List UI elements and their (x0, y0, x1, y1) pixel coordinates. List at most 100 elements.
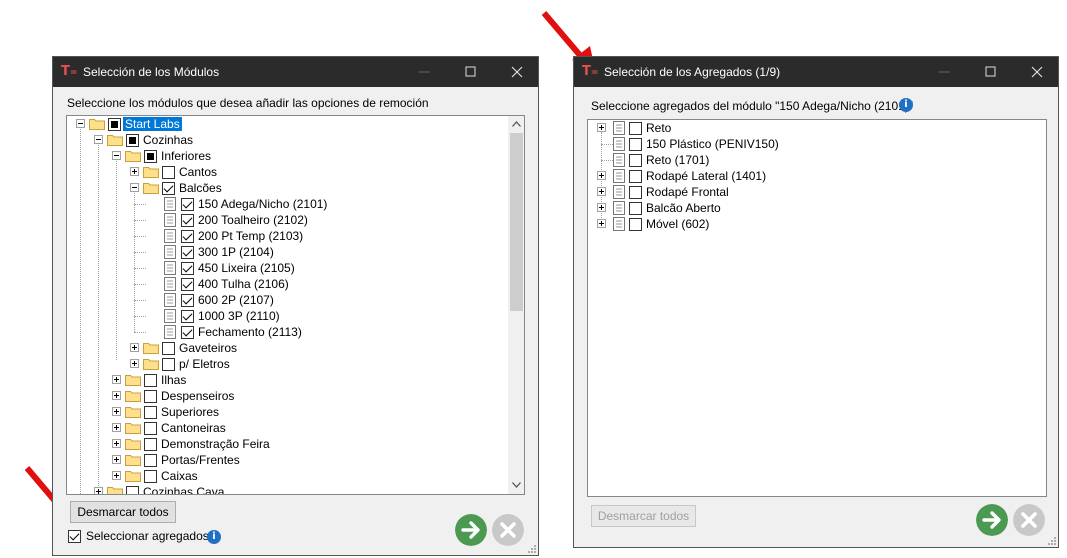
collapse-icon[interactable] (76, 119, 85, 128)
tree-node[interactable]: Rodapé Lateral (1401) (588, 168, 1028, 184)
expand-icon[interactable] (112, 407, 121, 416)
expand-icon[interactable] (94, 487, 103, 494)
ok-button[interactable] (455, 514, 487, 546)
node-checkbox[interactable] (181, 326, 194, 339)
node-checkbox[interactable] (162, 342, 175, 355)
expand-icon[interactable] (112, 423, 121, 432)
tree-node[interactable]: Start Labs (67, 116, 507, 132)
tree-node[interactable]: Superiores (67, 404, 507, 420)
cancel-button[interactable] (492, 514, 524, 546)
node-checkbox[interactable] (629, 170, 642, 183)
tree-node[interactable]: Rodapé Frontal (588, 184, 1028, 200)
tree-node[interactable]: Cantos (67, 164, 507, 180)
title-bar[interactable]: T= Selección de los Módulos (53, 57, 538, 87)
tree-node[interactable]: Inferiores (67, 148, 507, 164)
tree-node[interactable]: Reto (588, 120, 1028, 136)
node-checkbox[interactable] (144, 454, 157, 467)
expand-icon[interactable] (112, 455, 121, 464)
node-checkbox[interactable] (629, 138, 642, 151)
aggregates-tree[interactable]: Reto 150 Plástico (PENIV150) Reto (1701)… (587, 119, 1047, 497)
node-checkbox[interactable] (181, 310, 194, 323)
node-checkbox[interactable] (144, 406, 157, 419)
tree-node[interactable]: 200 Toalheiro (2102) (67, 212, 507, 228)
maximize-button[interactable] (968, 57, 1014, 87)
tree-node[interactable]: Reto (1701) (588, 152, 1028, 168)
tree-node[interactable]: p/ Eletros (67, 356, 507, 372)
tree-node[interactable]: 200 Pt Temp (2103) (67, 228, 507, 244)
node-checkbox[interactable] (144, 438, 157, 451)
tree-scrollbar[interactable] (508, 116, 524, 494)
tree-node[interactable]: Demonstração Feira (67, 436, 507, 452)
scrollbar-thumb[interactable] (510, 133, 523, 311)
close-button[interactable] (1014, 57, 1060, 87)
minimize-button[interactable] (402, 57, 448, 87)
node-checkbox[interactable] (181, 262, 194, 275)
node-checkbox[interactable] (181, 246, 194, 259)
node-checkbox[interactable] (181, 278, 194, 291)
resize-grip-icon[interactable] (1047, 536, 1057, 546)
expand-icon[interactable] (597, 203, 606, 212)
node-checkbox[interactable] (144, 422, 157, 435)
tree-node[interactable]: 1000 3P (2110) (67, 308, 507, 324)
tree-node[interactable]: Balcão Aberto (588, 200, 1028, 216)
tree-node[interactable]: Móvel (602) (588, 216, 1028, 232)
node-checkbox[interactable] (181, 230, 194, 243)
modules-tree[interactable]: Start Labs Cozinhas Inferiores Cantos Ba… (66, 115, 525, 495)
node-checkbox[interactable] (181, 214, 194, 227)
tree-node[interactable]: 400 Tulha (2106) (67, 276, 507, 292)
node-checkbox[interactable] (629, 122, 642, 135)
node-checkbox[interactable] (162, 166, 175, 179)
tree-node[interactable]: Cantoneiras (67, 420, 507, 436)
tree-node[interactable]: Cozinhas Cava (67, 484, 507, 494)
deselect-all-button[interactable]: Desmarcar todos (591, 505, 696, 527)
tree-node[interactable]: Fechamento (2113) (67, 324, 507, 340)
tree-node[interactable]: Cozinhas (67, 132, 507, 148)
info-icon[interactable]: i (899, 98, 913, 112)
cancel-button[interactable] (1013, 504, 1045, 536)
minimize-button[interactable] (922, 57, 968, 87)
node-checkbox[interactable] (108, 118, 121, 131)
node-checkbox[interactable] (144, 150, 157, 163)
collapse-icon[interactable] (94, 135, 103, 144)
expand-icon[interactable] (597, 123, 606, 132)
tree-node[interactable]: Ilhas (67, 372, 507, 388)
tree-node[interactable]: 300 1P (2104) (67, 244, 507, 260)
expand-icon[interactable] (130, 343, 139, 352)
expand-icon[interactable] (112, 375, 121, 384)
node-checkbox[interactable] (162, 182, 175, 195)
close-button[interactable] (494, 57, 540, 87)
info-icon[interactable]: i (207, 530, 221, 544)
expand-icon[interactable] (130, 167, 139, 176)
maximize-button[interactable] (448, 57, 494, 87)
expand-icon[interactable] (597, 187, 606, 196)
node-checkbox[interactable] (144, 470, 157, 483)
expand-icon[interactable] (112, 439, 121, 448)
node-checkbox[interactable] (629, 154, 642, 167)
node-checkbox[interactable] (126, 134, 139, 147)
tree-node[interactable]: 600 2P (2107) (67, 292, 507, 308)
expand-icon[interactable] (112, 391, 121, 400)
deselect-all-button[interactable]: Desmarcar todos (70, 501, 176, 523)
title-bar[interactable]: T= Selección de los Agregados (1/9) (574, 57, 1058, 87)
tree-node[interactable]: Balcões (67, 180, 507, 196)
resize-grip-icon[interactable] (527, 544, 537, 554)
tree-node[interactable]: Gaveteiros (67, 340, 507, 356)
select-aggregates-checkbox[interactable] (68, 530, 81, 543)
node-checkbox[interactable] (181, 294, 194, 307)
scroll-down-icon[interactable] (512, 482, 521, 488)
collapse-icon[interactable] (130, 183, 139, 192)
tree-node[interactable]: 150 Adega/Nicho (2101) (67, 196, 507, 212)
expand-icon[interactable] (597, 219, 606, 228)
node-checkbox[interactable] (629, 186, 642, 199)
tree-node[interactable]: Portas/Frentes (67, 452, 507, 468)
node-checkbox[interactable] (181, 198, 194, 211)
node-checkbox[interactable] (629, 202, 642, 215)
tree-node[interactable]: 450 Lixeira (2105) (67, 260, 507, 276)
expand-icon[interactable] (130, 359, 139, 368)
expand-icon[interactable] (597, 171, 606, 180)
collapse-icon[interactable] (112, 151, 121, 160)
node-checkbox[interactable] (144, 374, 157, 387)
node-checkbox[interactable] (162, 358, 175, 371)
node-checkbox[interactable] (126, 486, 139, 494)
node-checkbox[interactable] (629, 218, 642, 231)
